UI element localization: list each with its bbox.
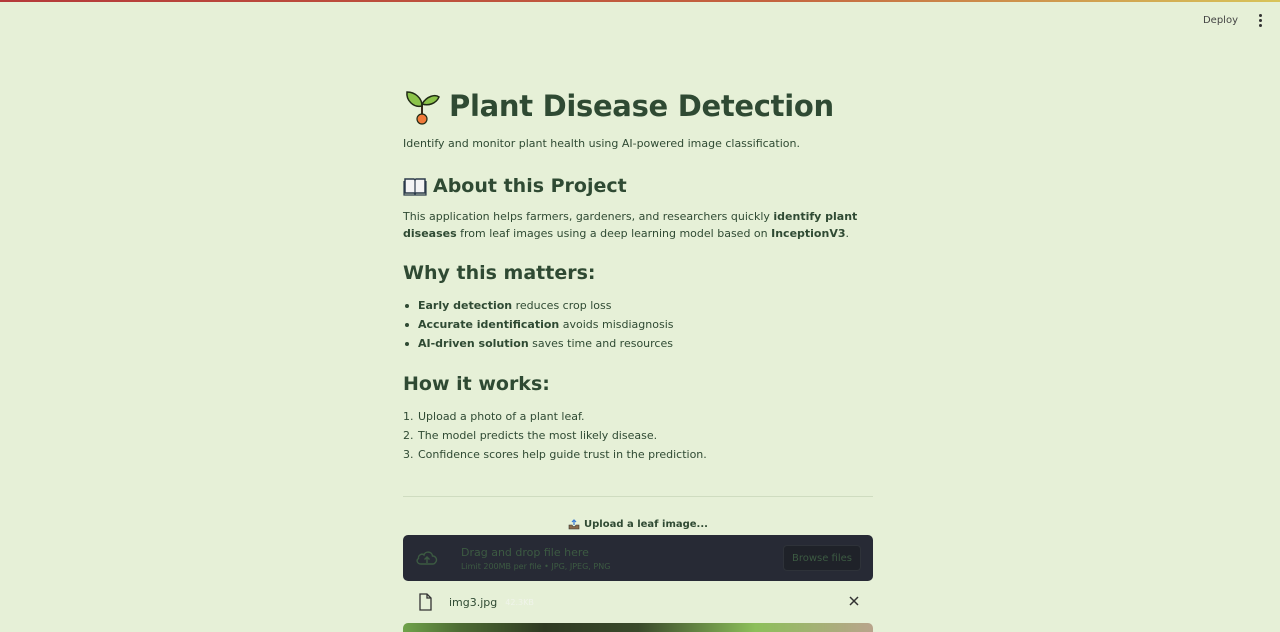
main-content: Plant Disease Detection Identify and mon…: [403, 84, 873, 613]
list-item: 2. The model predicts the most likely dis…: [403, 426, 873, 445]
page-title: Plant Disease Detection: [449, 89, 834, 123]
deploy-button[interactable]: Deploy: [1197, 13, 1244, 28]
main-menu-icon[interactable]: [1254, 12, 1266, 28]
browse-files-button[interactable]: Browse files: [782, 545, 861, 571]
about-bold-2: InceptionV3: [771, 227, 846, 240]
list-item-text: avoids misdiagnosis: [559, 318, 674, 331]
uploaded-image-preview: [403, 623, 873, 632]
file-size: 42.3KB: [505, 597, 534, 607]
list-item-bold: AI-driven solution: [418, 337, 529, 350]
title-row: Plant Disease Detection: [403, 84, 873, 128]
about-text-3: .: [845, 227, 850, 240]
dropzone-instruction: Drag and drop file here: [461, 545, 589, 559]
close-icon[interactable]: [847, 594, 861, 608]
list-item-bold: Early detection: [418, 299, 513, 312]
dropzone-limit: Limit 200MB per file • JPG, JPEG, PNG: [461, 561, 611, 571]
file-dropzone[interactable]: Drag and drop file here Limit 200MB per …: [403, 535, 873, 581]
about-paragraph: This application helps farmers, gardener…: [403, 208, 873, 242]
file-icon: [419, 593, 432, 611]
list-item-bold: Accurate identification: [418, 318, 560, 331]
page-subtitle: Identify and monitor plant health using …: [403, 137, 800, 150]
step-text: Confidence scores help guide trust in th…: [418, 448, 707, 461]
about-heading-row: About this Project: [403, 172, 873, 200]
uploader-label: Upload a leaf image...: [403, 519, 873, 530]
seedling-icon: [406, 91, 440, 125]
about-text-2: from leaf images using a deep learning m…: [456, 227, 772, 240]
cloud-upload-icon: [416, 551, 438, 565]
step-text: Upload a photo of a plant leaf.: [418, 410, 585, 423]
list-item-text: saves time and resources: [528, 337, 673, 350]
uploaded-file-row: img3.jpg 42.3KB: [403, 591, 873, 613]
list-item: 3. Confidence scores help guide trust in …: [403, 445, 873, 464]
about-heading: About this Project: [433, 175, 627, 197]
how-heading: How it works:: [403, 373, 550, 395]
about-text-1: This application helps farmers, gardener…: [403, 210, 774, 223]
file-name: img3.jpg: [449, 595, 498, 609]
list-item: Early detection reduces crop loss: [403, 296, 873, 315]
why-heading: Why this matters:: [403, 262, 596, 284]
list-item: 1. Upload a photo of a plant leaf.: [403, 407, 873, 426]
list-item: Accurate identification avoids misdiagno…: [403, 315, 873, 334]
step-number: 2.: [403, 429, 414, 442]
open-book-icon: [403, 178, 427, 196]
outbox-tray-icon: [568, 519, 580, 530]
how-steps: 1. Upload a photo of a plant leaf. 2. The …: [403, 407, 873, 464]
dropzone-text: Drag and drop file here Limit 200MB per …: [461, 546, 610, 571]
uploader-label-text: Upload a leaf image...: [584, 519, 708, 530]
step-number: 1.: [403, 410, 414, 423]
header-actions: Deploy: [1197, 12, 1266, 28]
step-number: 3.: [403, 448, 414, 461]
section-divider: [403, 496, 873, 497]
step-text: The model predicts the most likely disea…: [418, 429, 658, 442]
top-status-bar: [0, 0, 1280, 2]
list-item-text: reduces crop loss: [512, 299, 612, 312]
list-item: AI-driven solution saves time and resour…: [403, 334, 873, 353]
why-list: Early detection reduces crop loss Accura…: [403, 296, 873, 353]
